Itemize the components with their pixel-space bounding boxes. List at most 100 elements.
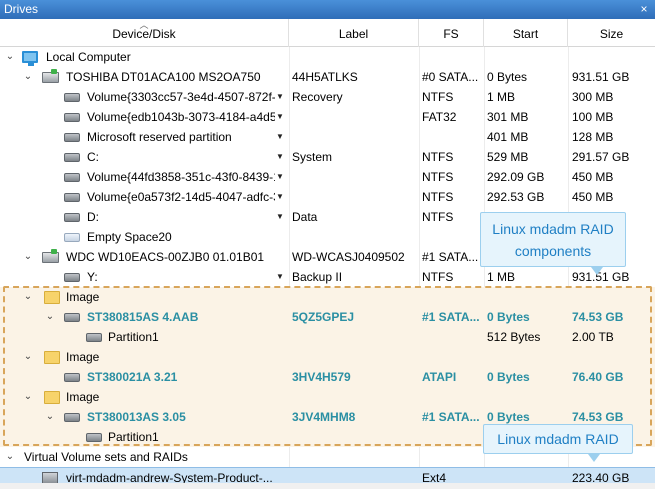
- row-name: Image: [66, 290, 100, 304]
- chevron-down-icon[interactable]: ⌄: [4, 447, 16, 467]
- row-start: 292.09 GB: [487, 170, 545, 184]
- row-name: Empty Space20: [87, 230, 172, 244]
- tree-row-image[interactable]: ⌄ Image: [0, 287, 655, 307]
- row-fs: NTFS: [422, 90, 454, 104]
- row-name: Volume{44fd3858-351c-43f0-8439-1...: [87, 170, 275, 184]
- chevron-down-icon[interactable]: ⌄: [4, 47, 16, 67]
- row-label: Recovery: [292, 90, 343, 104]
- callout-text: Linux mdadm RAID components: [492, 221, 614, 259]
- dropdown-arrow-icon[interactable]: ▼: [276, 127, 286, 147]
- row-name: Volume{edb1043b-3073-4184-a4d5-...: [87, 110, 275, 124]
- row-name: Partition1: [108, 330, 159, 344]
- tree-row-partition[interactable]: Partition1 512 Bytes 2.00 TB: [0, 327, 655, 347]
- row-label: 5QZ5GPEJ: [292, 310, 355, 324]
- folder-icon: [44, 291, 60, 304]
- volume-icon: [64, 173, 80, 182]
- row-size: 74.53 GB: [572, 310, 624, 324]
- horizontal-scrollbar[interactable]: [0, 483, 655, 489]
- dropdown-arrow-icon[interactable]: ▼: [276, 87, 286, 107]
- row-start: 401 MB: [487, 130, 529, 144]
- volume-icon: [64, 273, 80, 282]
- row-name: Microsoft reserved partition: [87, 130, 232, 144]
- folder-icon: [44, 391, 60, 404]
- disk-image-icon: [64, 373, 80, 382]
- tree-row-volume[interactable]: Volume{3303cc57-3e4d-4507-872f-... ▼ Rec…: [0, 87, 655, 107]
- row-start: 0 Bytes: [487, 310, 530, 324]
- tree-row-volume[interactable]: Y: ▼ Backup II NTFS 1 MB 931.51 GB: [0, 267, 655, 287]
- chevron-down-icon[interactable]: ⌄: [22, 347, 34, 367]
- tree-row-volume[interactable]: Microsoft reserved partition ▼ 401 MB 12…: [0, 127, 655, 147]
- column-fs[interactable]: FS: [419, 19, 484, 47]
- volume-icon: [64, 193, 80, 202]
- close-icon[interactable]: ×: [637, 0, 651, 19]
- row-size: 450 MB: [572, 170, 614, 184]
- row-start: 0 Bytes: [487, 70, 528, 84]
- chevron-down-icon[interactable]: ⌄: [22, 287, 34, 307]
- row-name: Y:: [87, 270, 98, 284]
- row-size: 931.51 GB: [572, 270, 630, 284]
- row-size: 291.57 GB: [572, 150, 630, 164]
- tree-row-volume[interactable]: Volume{44fd3858-351c-43f0-8439-1... ▼ NT…: [0, 167, 655, 187]
- row-name: WDC WD10EACS-00ZJB0 01.01B01: [66, 250, 265, 264]
- volume-icon: [64, 93, 80, 102]
- row-label: WD-WCASJ0409502: [292, 250, 405, 264]
- row-fs: #0 SATA...: [422, 70, 479, 84]
- dropdown-arrow-icon[interactable]: ▼: [276, 267, 286, 287]
- row-start: 512 Bytes: [487, 330, 541, 344]
- chevron-down-icon[interactable]: ⌄: [22, 387, 34, 407]
- tree-row-image-disk[interactable]: ST380021A 3.21 3HV4H579 ATAPI 0 Bytes 76…: [0, 367, 655, 387]
- volume-icon: [64, 153, 80, 162]
- dropdown-arrow-icon[interactable]: ▼: [276, 187, 286, 207]
- row-fs: ATAPI: [422, 370, 457, 384]
- row-fs: #1 SATA...: [422, 310, 480, 324]
- row-start: 301 MB: [487, 110, 529, 124]
- tree-row-toshiba[interactable]: ⌄ TOSHIBA DT01ACA100 MS2OA750 44H5ATLKS …: [0, 67, 655, 87]
- column-device[interactable]: ︿ Device/Disk: [0, 19, 289, 47]
- chevron-down-icon[interactable]: ⌄: [22, 247, 34, 267]
- tree-row-image[interactable]: ⌄ Image: [0, 347, 655, 367]
- row-start: 0 Bytes: [487, 370, 530, 384]
- column-label[interactable]: Label: [289, 19, 419, 47]
- panel-title: Drives: [4, 2, 39, 16]
- column-start[interactable]: Start: [484, 19, 568, 47]
- empty-space-icon: [64, 233, 80, 242]
- tree-row-image[interactable]: ⌄ Image: [0, 387, 655, 407]
- row-size: 300 MB: [572, 90, 614, 104]
- tree-row-volume[interactable]: C: ▼ System NTFS 529 MB 291.57 GB: [0, 147, 655, 167]
- volume-icon: [64, 133, 80, 142]
- row-size: 100 MB: [572, 110, 614, 124]
- tree-row-local-computer[interactable]: ⌄ Local Computer: [0, 47, 655, 67]
- row-size: 450 MB: [572, 190, 614, 204]
- chevron-down-icon[interactable]: ⌄: [44, 407, 56, 427]
- chevron-down-icon[interactable]: ⌄: [44, 307, 56, 327]
- disk-image-icon: [64, 313, 80, 322]
- tree-row-volume[interactable]: Volume{edb1043b-3073-4184-a4d5-... ▼ FAT…: [0, 107, 655, 127]
- row-size: 2.00 TB: [572, 330, 614, 344]
- dropdown-arrow-icon[interactable]: ▼: [276, 107, 286, 127]
- row-fs: NTFS: [422, 150, 454, 164]
- sort-asc-icon: ︿: [139, 20, 149, 30]
- tree-row-image-disk[interactable]: ⌄ ST380815AS 4.AAB 5QZ5GPEJ #1 SATA... 0…: [0, 307, 655, 327]
- row-name: ST380021A 3.21: [87, 370, 178, 384]
- column-size[interactable]: Size: [568, 19, 655, 47]
- row-start: 1 MB: [487, 270, 516, 284]
- callout-raid-components: Linux mdadm RAID components: [480, 212, 626, 267]
- dropdown-arrow-icon[interactable]: ▼: [276, 207, 286, 227]
- chevron-down-icon[interactable]: ⌄: [22, 67, 34, 87]
- row-start: 292.53 GB: [487, 190, 545, 204]
- drive-tree: ⌄ Local Computer ⌄ TOSHIBA DT01ACA100 MS…: [0, 47, 655, 489]
- tree-row-volume[interactable]: Volume{e0a573f2-14d5-4047-adfc-3... ▼ NT…: [0, 187, 655, 207]
- hard-disk-icon: [42, 69, 59, 83]
- row-name: TOSHIBA DT01ACA100 MS2OA750: [66, 70, 261, 84]
- row-name: Volume{e0a573f2-14d5-4047-adfc-3...: [87, 190, 275, 204]
- dropdown-arrow-icon[interactable]: ▼: [276, 147, 286, 167]
- panel-header: Drives ×: [0, 0, 655, 19]
- row-fs: NTFS: [422, 190, 454, 204]
- row-label: 3JV4MHM8: [292, 410, 356, 424]
- dropdown-arrow-icon[interactable]: ▼: [276, 167, 286, 187]
- callout-raid: Linux mdadm RAID: [483, 424, 633, 454]
- row-size: 128 MB: [572, 130, 614, 144]
- row-name: Partition1: [108, 430, 159, 444]
- row-fs: #1 SATA...: [422, 250, 479, 264]
- folder-icon: [44, 351, 60, 364]
